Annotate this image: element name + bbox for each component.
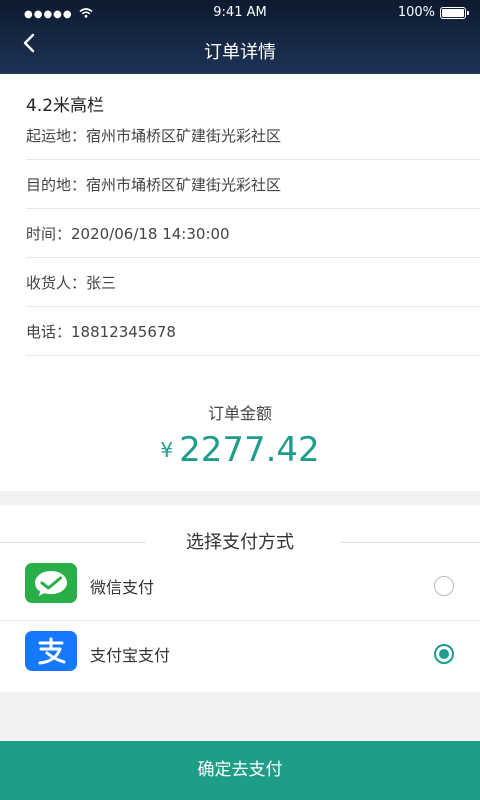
alipay-icon [25,631,77,671]
time-text: 时间：2020/06/18 14:30:00 [26,224,230,243]
time-row: 时间：2020/06/18 14:30:00 [26,209,480,258]
status-bar: ●●●●● 9:41 AM 100% [0,0,480,26]
alipay-label: 支付宝支付 [90,646,171,665]
order-info-card: 4.2米高栏 起运地：宿州市埇桥区矿建街光彩社区 目的地：宿州市埇桥区矿建街光彩… [0,74,480,491]
page-title: 订单详情 [204,42,276,63]
wechat-pay-label: 微信支付 [90,578,155,597]
currency-symbol: ¥ [160,438,174,462]
consignee-text: 收货人：张三 [26,273,117,292]
amount-value: 2277.42 [179,430,320,470]
phone-row: 电话：18812345678 [26,307,480,356]
origin-row: 起运地：宿州市埇桥区矿建街光彩社区 [26,111,480,160]
phone-text: 电话：18812345678 [26,322,176,341]
alipay-option[interactable]: 支付宝支付 [0,619,480,689]
payment-method-card: 选择支付方式 微信支付 支付宝支付 [0,505,480,692]
battery-percent: 100% [397,5,435,20]
wechat-pay-radio[interactable] [434,576,454,596]
destination-row: 目的地：宿州市埇桥区矿建街光彩社区 [26,160,480,209]
confirm-pay-button[interactable]: 确定去支付 [0,741,480,800]
origin-text: 起运地：宿州市埇桥区矿建街光彩社区 [26,126,282,145]
battery-indicator: 100% [397,5,469,20]
top-header: ●●●●● 9:41 AM 100% 订单详情 [0,0,480,74]
alipay-radio[interactable] [434,644,454,664]
wechat-pay-icon [25,563,77,603]
destination-text: 目的地：宿州市埇桥区矿建街光彩社区 [26,175,282,194]
amount-label: 订单金额 [207,404,272,423]
wechat-pay-option[interactable]: 微信支付 [0,551,480,621]
order-amount: ¥2277.42 [0,430,480,470]
battery-icon [440,6,469,19]
consignee-row: 收货人：张三 [26,258,480,307]
